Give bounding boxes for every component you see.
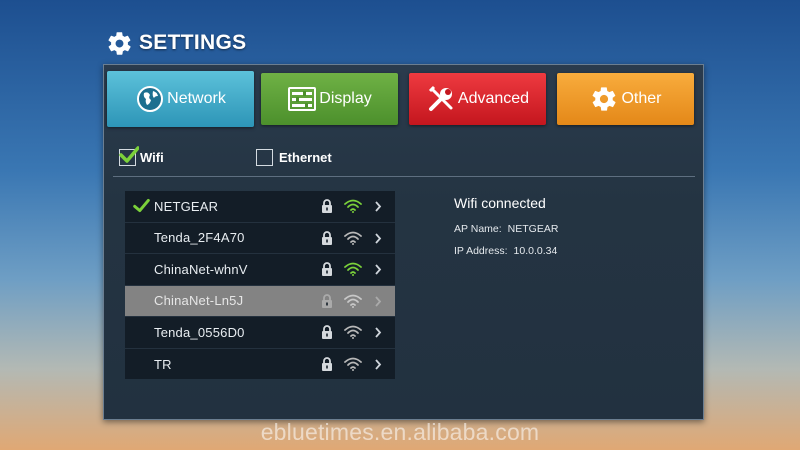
display-settings-icon <box>287 84 317 114</box>
connection-status: Wifi connected <box>454 195 546 211</box>
tab-network[interactable]: Network <box>107 71 254 127</box>
settings-header: SETTINGS <box>106 28 246 58</box>
lock-icon <box>322 230 332 245</box>
wifi-icon <box>344 294 362 308</box>
wifi-network-row[interactable]: ChinaNet-Ln5J <box>125 285 395 317</box>
divider <box>113 176 695 177</box>
chevron-right-icon <box>375 201 382 212</box>
ap-name-info: AP Name: NETGEAR <box>454 223 558 235</box>
ap-name-value: NETGEAR <box>507 223 559 235</box>
wifi-network-row[interactable]: Tenda_0556D0 <box>125 317 395 349</box>
lock-icon <box>322 325 332 339</box>
wifi-label: Wifi <box>140 150 164 165</box>
wifi-icon <box>344 325 362 339</box>
tab-advanced[interactable]: Advanced <box>409 73 546 125</box>
network-ssid: ChinaNet-whnV <box>154 261 248 277</box>
wifi-icon <box>344 199 362 213</box>
chevron-right-icon <box>375 232 382 244</box>
tab-label: Display <box>319 90 372 107</box>
chevron-right-icon <box>375 264 382 275</box>
wifi-checkbox[interactable]: Wifi <box>119 146 164 166</box>
chevron-right-icon <box>375 327 382 338</box>
network-ssid: ChinaNet-Ln5J <box>154 293 244 309</box>
ip-address-info: IP Address: 10.0.0.34 <box>454 245 557 257</box>
wifi-network-row[interactable]: NETGEAR <box>125 191 395 223</box>
tools-icon <box>426 84 456 114</box>
lock-icon <box>322 262 332 276</box>
lock-icon <box>322 199 332 213</box>
tab-other[interactable]: Other <box>557 73 694 125</box>
wifi-network-list: NETGEAR Tenda_2F4A70 ChinaNet-whnV ChinaNet… <box>125 191 395 379</box>
wifi-icon <box>344 357 362 371</box>
page-title: SETTINGS <box>139 31 247 54</box>
wifi-network-row[interactable]: ChinaNet-whnV <box>125 254 395 286</box>
tab-label: Network <box>167 90 226 107</box>
watermark: ebluetimes.en.alibaba.com <box>260 419 540 445</box>
wifi-network-row[interactable]: TR <box>125 349 395 381</box>
network-ssid: Tenda_0556D0 <box>154 324 245 340</box>
tab-label: Other <box>621 90 662 107</box>
network-ssid: Tenda_2F4A70 <box>154 230 245 246</box>
globe-icon <box>135 84 165 114</box>
ip-address-value: 10.0.0.34 <box>513 245 558 257</box>
wifi-network-row[interactable]: Tenda_2F4A70 <box>125 223 395 254</box>
network-ssid: TR <box>154 356 172 372</box>
lock-icon <box>322 293 332 308</box>
chevron-right-icon <box>375 358 382 370</box>
checkbox-box <box>119 146 139 166</box>
lock-icon <box>322 356 332 371</box>
tab-label: Advanced <box>457 90 530 107</box>
settings-panel: Network Display Advanced Other Wifi Ethe… <box>103 64 704 420</box>
ethernet-label: Ethernet <box>279 150 332 165</box>
connected-check-icon <box>133 198 150 213</box>
ap-name-label: AP Name: <box>454 223 502 235</box>
checkbox-box <box>256 149 273 166</box>
tab-display[interactable]: Display <box>261 73 398 125</box>
gear-icon <box>589 84 619 114</box>
checkmark-icon <box>119 146 139 163</box>
chevron-right-icon <box>375 295 382 307</box>
gear-icon <box>108 31 131 55</box>
wifi-icon <box>344 262 362 276</box>
ethernet-checkbox[interactable]: Ethernet <box>256 149 332 166</box>
ip-address-label: IP Address: <box>454 245 508 257</box>
wifi-icon <box>344 231 362 245</box>
network-ssid: NETGEAR <box>154 198 219 214</box>
